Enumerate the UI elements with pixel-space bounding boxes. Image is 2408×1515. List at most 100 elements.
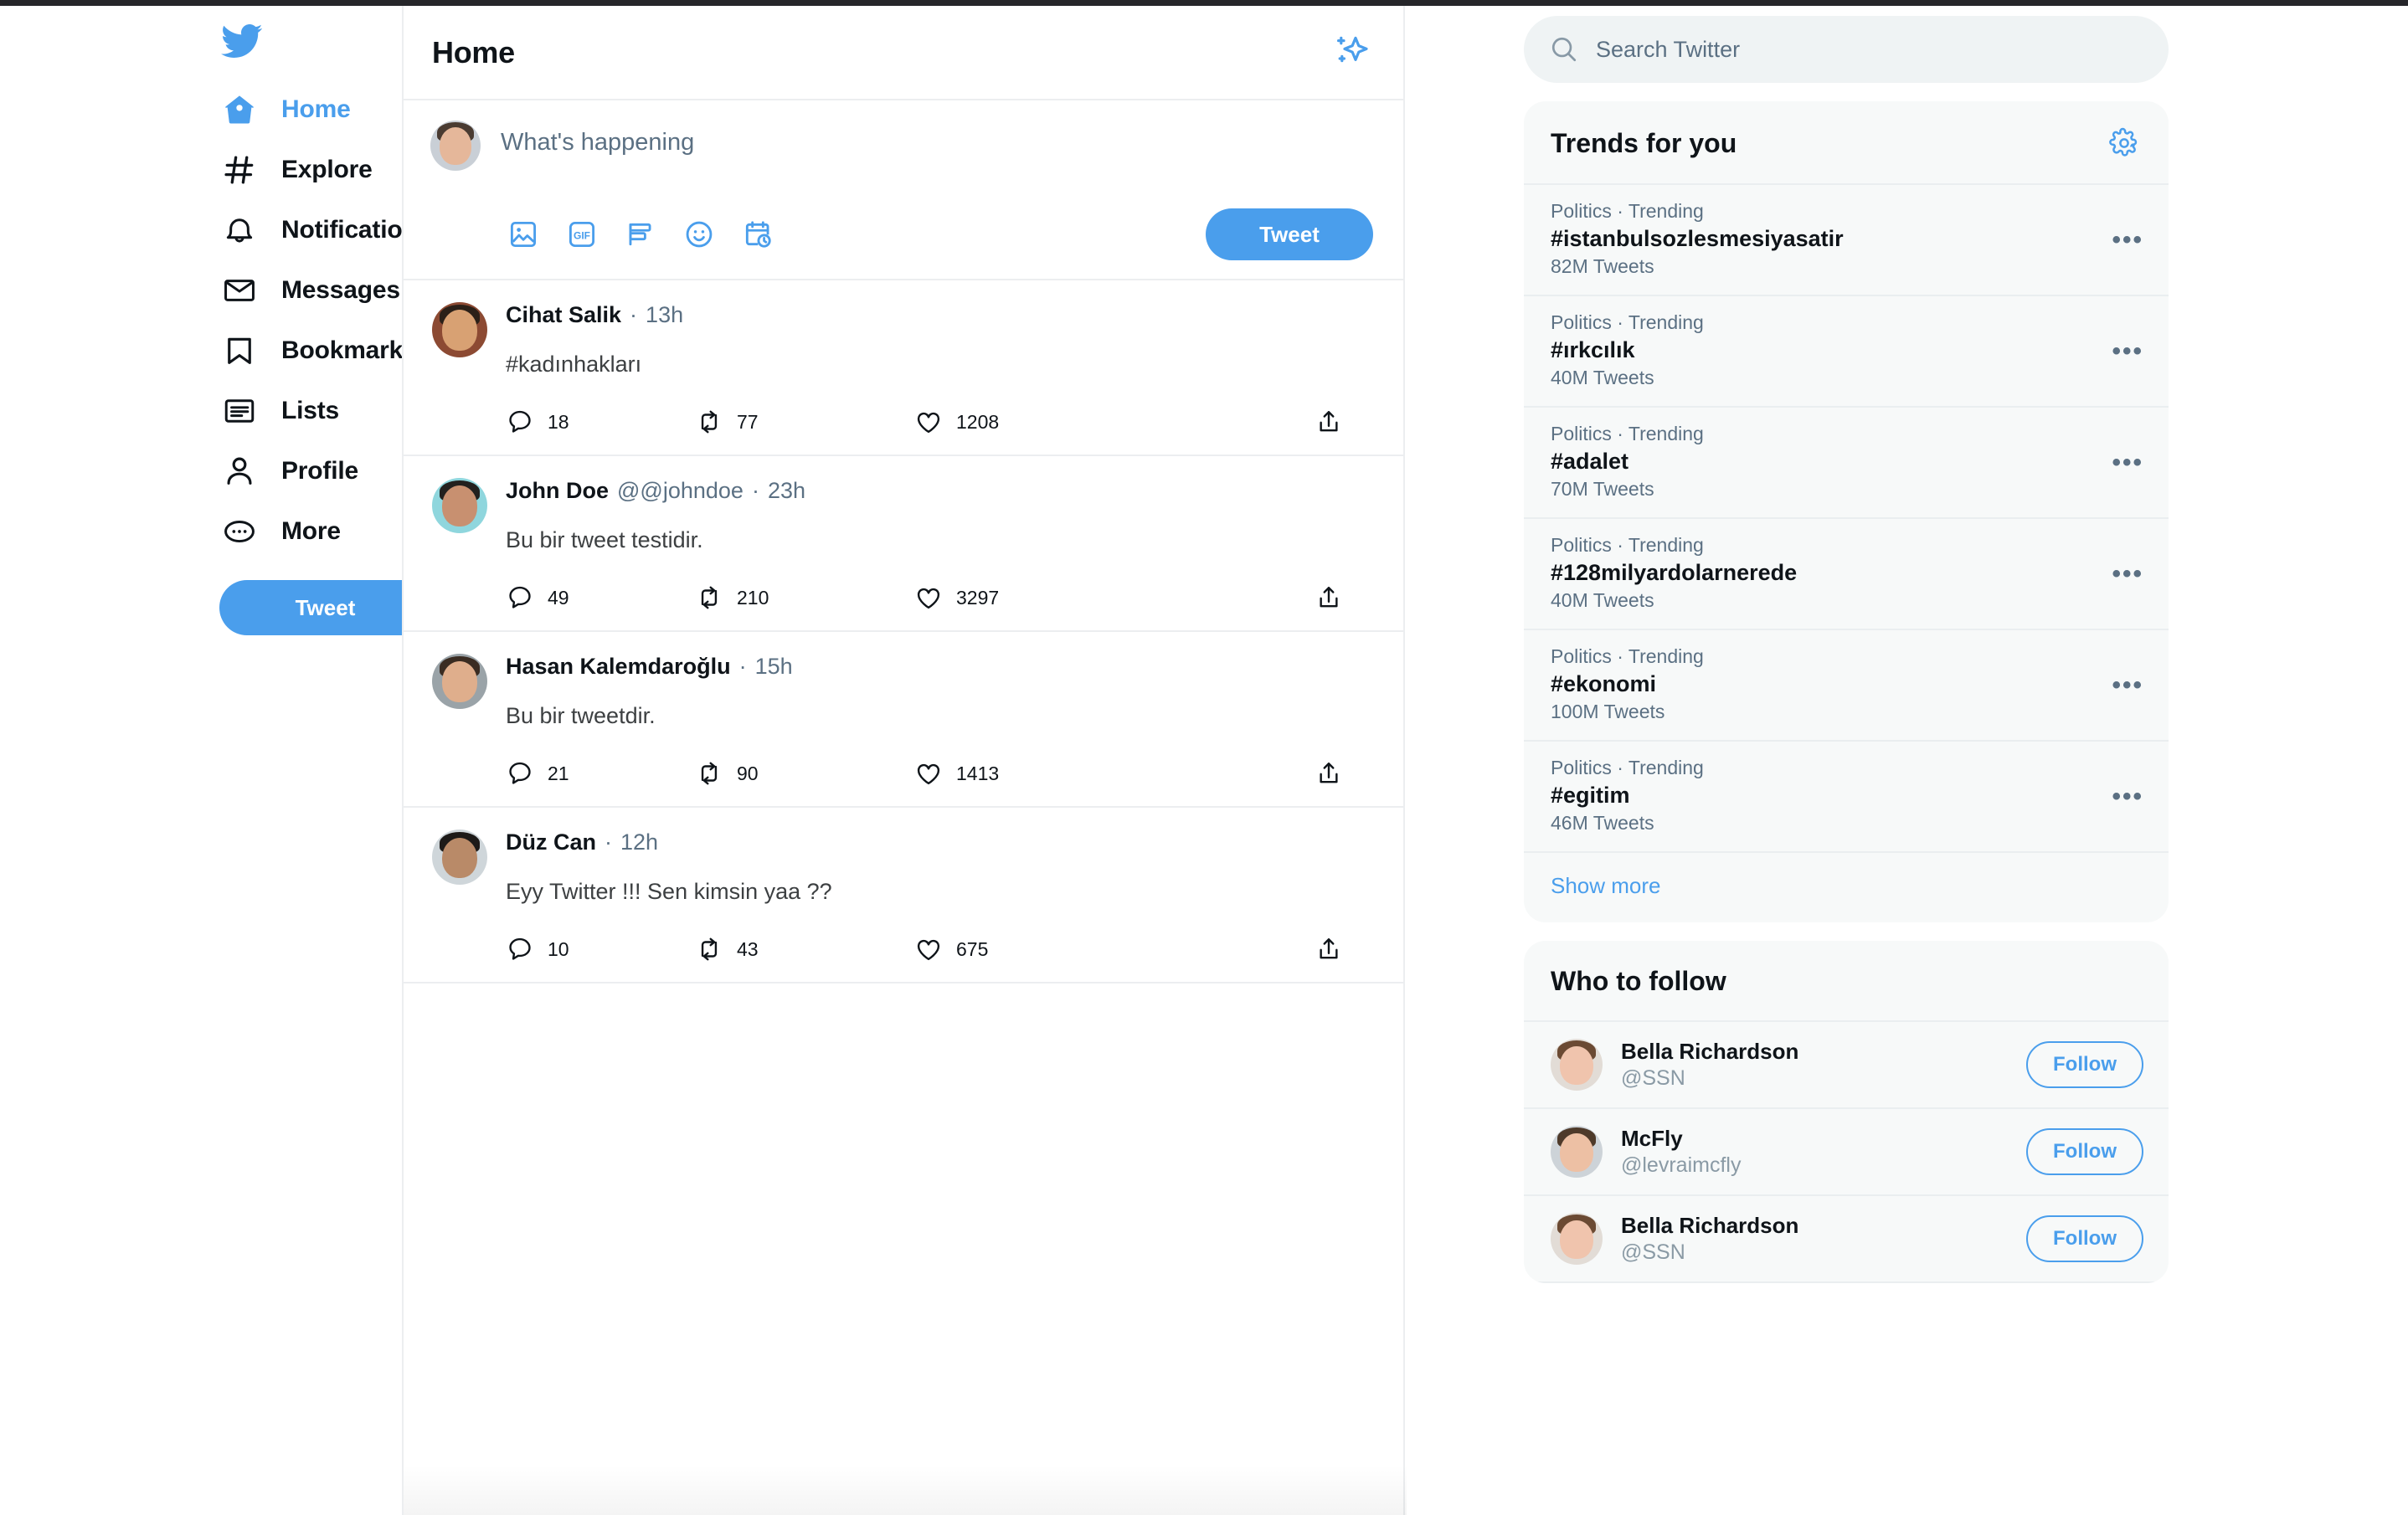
- sidebar-tweet-button[interactable]: Tweet: [219, 580, 431, 635]
- trend-item[interactable]: Politics · Trending #128milyardolarnered…: [1524, 519, 2169, 630]
- trend-more-icon[interactable]: •••: [2112, 338, 2143, 364]
- sidebar-item-bookmarks[interactable]: Bookmarks: [219, 321, 417, 381]
- trends-title-row: Trends for you: [1524, 101, 2169, 185]
- tweet-author-name[interactable]: John Doe: [506, 478, 609, 504]
- avatar[interactable]: [1551, 1039, 1603, 1091]
- avatar[interactable]: [432, 654, 487, 710]
- search-placeholder: Search Twitter: [1596, 36, 1741, 62]
- follow-button[interactable]: Follow: [2026, 1041, 2143, 1088]
- trend-category: Politics · Trending: [1551, 423, 1704, 444]
- sidebar-item-label: More: [281, 517, 341, 545]
- follow-button[interactable]: Follow: [2026, 1128, 2143, 1175]
- tweet-item[interactable]: John Doe @@johndoe · 23h Bu bir tweet te…: [404, 456, 1403, 633]
- like-count: 1208: [956, 410, 1000, 433]
- follow-suggestion-item[interactable]: Bella Richardson @SSN Follow: [1524, 1022, 2169, 1109]
- sidebar-item-label: Bookmarks: [281, 336, 417, 364]
- trend-count: 40M Tweets: [1551, 367, 1654, 388]
- reply-button[interactable]: 10: [506, 935, 695, 963]
- like-button[interactable]: 1413: [914, 759, 1149, 788]
- image-icon[interactable]: [507, 218, 539, 250]
- schedule-icon[interactable]: [742, 218, 774, 250]
- trend-more-icon[interactable]: •••: [2112, 783, 2143, 809]
- trend-item[interactable]: Politics · Trending #egitim 46M Tweets •…: [1524, 742, 2169, 853]
- sidebar-item-label: Profile: [281, 457, 358, 485]
- tweet-timestamp: 23h: [767, 478, 805, 504]
- sidebar-item-home[interactable]: Home: [219, 80, 402, 140]
- like-button[interactable]: 3297: [914, 583, 1149, 612]
- follow-suggestion-item[interactable]: Bella Richardson @SSN Follow: [1524, 1196, 2169, 1283]
- avatar[interactable]: [1551, 1126, 1603, 1178]
- tweet-author-name[interactable]: Cihat Salik: [506, 302, 621, 328]
- trend-category: Politics · Trending: [1551, 645, 1704, 667]
- sidebar-item-lists[interactable]: Lists: [219, 381, 402, 441]
- avatar[interactable]: [430, 121, 481, 171]
- tweet-actions: 10 43 675: [506, 935, 1373, 963]
- follow-button[interactable]: Follow: [2026, 1215, 2143, 1262]
- tweet-item[interactable]: Cihat Salik · 13h #kadınhakları 18 77 12…: [404, 280, 1403, 457]
- sidebar-item-more[interactable]: More: [219, 501, 402, 562]
- like-button[interactable]: 675: [914, 935, 1149, 963]
- poll-icon[interactable]: [625, 218, 656, 250]
- avatar[interactable]: [432, 478, 487, 534]
- tweet-text: #kadınhakları: [506, 352, 642, 377]
- reply-count: 10: [548, 937, 569, 960]
- share-button[interactable]: [1315, 408, 1343, 436]
- sidebar-item-label: Messages: [281, 276, 400, 304]
- trend-item[interactable]: Politics · Trending #adalet 70M Tweets •…: [1524, 408, 2169, 519]
- retweet-button[interactable]: 43: [695, 935, 914, 963]
- follow-suggestion-item[interactable]: McFly @levraimcfly Follow: [1524, 1109, 2169, 1196]
- who-to-follow-card: Who to follow Bella Richardson @SSN Foll…: [1524, 941, 2169, 1283]
- follow-suggestion-name: Bella Richardson: [1621, 1039, 1799, 1064]
- sidebar-item-notifications[interactable]: Notifications: [219, 200, 431, 260]
- search-icon: [1549, 34, 1579, 64]
- trend-item[interactable]: Politics · Trending #ekonomi 100M Tweets…: [1524, 630, 2169, 742]
- twitter-bird-icon[interactable]: [219, 14, 273, 68]
- follow-suggestion-name: Bella Richardson: [1621, 1213, 1799, 1238]
- trend-hashtag: #ırkcılık: [1551, 337, 1635, 362]
- tweet-header: John Doe @@johndoe · 23h: [506, 478, 1373, 504]
- tweet-item[interactable]: Düz Can · 12h Eyy Twitter !!! Sen kimsin…: [404, 808, 1403, 984]
- sparkles-icon[interactable]: [1328, 30, 1373, 75]
- sidebar-item-profile[interactable]: Profile: [219, 441, 402, 501]
- person-icon: [219, 451, 260, 491]
- main-feed-column: Home What's happening GIF Tweet Cihat Sa…: [402, 6, 1407, 1515]
- tweet-input[interactable]: What's happening: [501, 121, 1373, 208]
- share-button[interactable]: [1315, 935, 1343, 963]
- tweet-header: Cihat Salik · 13h: [506, 302, 1373, 328]
- avatar[interactable]: [1551, 1213, 1603, 1265]
- trend-more-icon[interactable]: •••: [2112, 561, 2143, 587]
- trend-count: 40M Tweets: [1551, 589, 1654, 611]
- share-button[interactable]: [1315, 759, 1343, 788]
- retweet-button[interactable]: 77: [695, 408, 914, 436]
- retweet-button[interactable]: 90: [695, 759, 914, 788]
- search-input[interactable]: Search Twitter: [1524, 16, 2169, 83]
- trend-item[interactable]: Politics · Trending #ırkcılık 40M Tweets…: [1524, 296, 2169, 408]
- tweet-header: Hasan Kalemdaroğlu · 15h: [506, 654, 1373, 680]
- emoji-icon[interactable]: [683, 218, 715, 250]
- reply-button[interactable]: 49: [506, 583, 695, 612]
- trend-more-icon[interactable]: •••: [2112, 227, 2143, 253]
- tweet-author-handle[interactable]: @@johndoe: [617, 478, 743, 504]
- avatar[interactable]: [432, 829, 487, 886]
- reply-count: 18: [548, 410, 569, 433]
- retweet-button[interactable]: 210: [695, 583, 914, 612]
- show-more-link[interactable]: Show more: [1524, 853, 2169, 922]
- tweet-timestamp: 12h: [620, 829, 659, 855]
- tweet-item[interactable]: Hasan Kalemdaroğlu · 15h Bu bir tweetdir…: [404, 632, 1403, 809]
- like-button[interactable]: 1208: [914, 408, 1149, 436]
- tweet-author-name[interactable]: Hasan Kalemdaroğlu: [506, 654, 731, 680]
- trend-item[interactable]: Politics · Trending #istanbulsozlesmesiy…: [1524, 185, 2169, 296]
- gif-icon[interactable]: GIF: [566, 218, 598, 250]
- avatar[interactable]: [432, 302, 487, 357]
- trend-more-icon[interactable]: •••: [2112, 672, 2143, 698]
- share-button[interactable]: [1315, 583, 1343, 612]
- trend-more-icon[interactable]: •••: [2112, 449, 2143, 475]
- sidebar-item-explore[interactable]: Explore: [219, 140, 402, 200]
- sidebar-item-messages[interactable]: Messages: [219, 260, 402, 321]
- reply-button[interactable]: 21: [506, 759, 695, 788]
- composer-tweet-button[interactable]: Tweet: [1206, 208, 1373, 260]
- reply-button[interactable]: 18: [506, 408, 695, 436]
- tweet-author-name[interactable]: Düz Can: [506, 829, 596, 855]
- gear-icon[interactable]: [2108, 126, 2142, 160]
- tweet-timestamp: 13h: [646, 302, 684, 327]
